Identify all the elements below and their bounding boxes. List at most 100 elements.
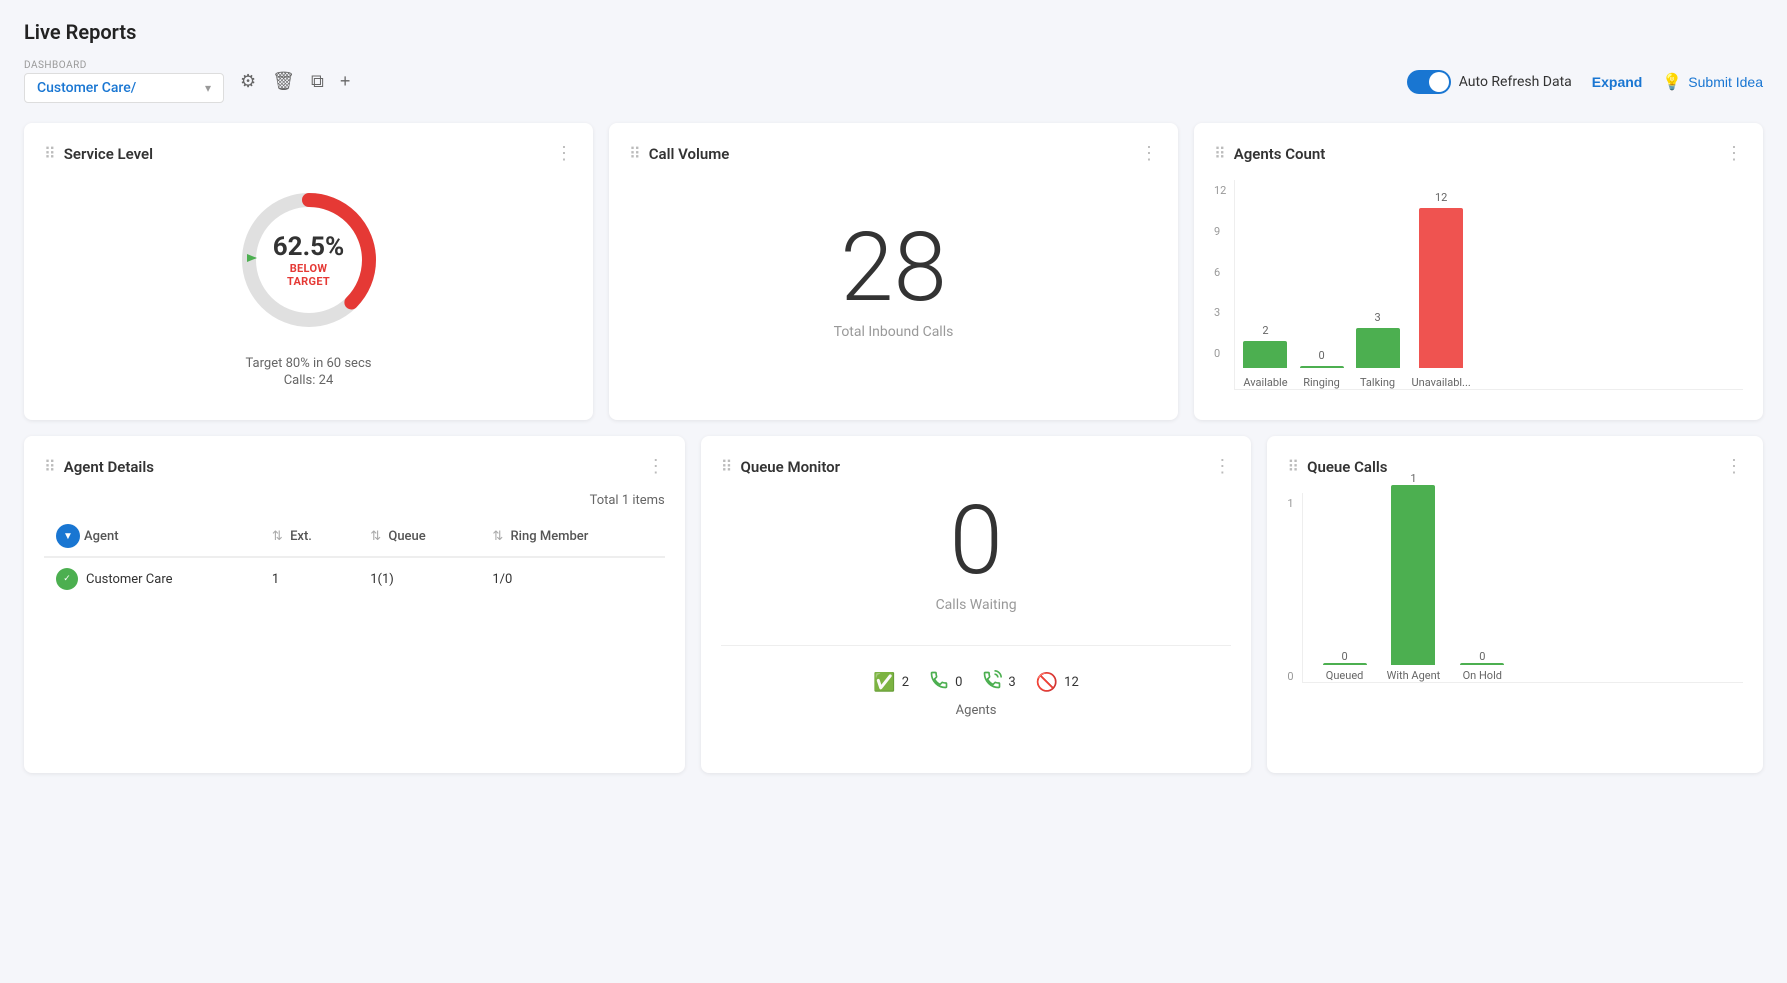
bar-talking: 3 Talking bbox=[1356, 311, 1400, 389]
service-info: Target 80% in 60 secs Calls: 24 bbox=[246, 356, 372, 390]
queue-monitor-card: ⠿ Queue Monitor ⋮ 0 Calls Waiting ✅ 2 bbox=[701, 436, 1252, 773]
toolbar: DASHBOARD Customer Care/ ▾ ⚙ 🗑 ⧉ + Auto … bbox=[24, 60, 1763, 103]
stat-available: ✅ 2 bbox=[873, 672, 909, 693]
dashboard-label: DASHBOARD bbox=[24, 60, 224, 71]
agent-details-table: ▼ Agent ⇅ Ext. ⇅ Queue bbox=[44, 516, 665, 600]
expand-button[interactable]: Expand bbox=[1592, 74, 1643, 90]
card-title-wrap: ⠿ Agent Details bbox=[44, 457, 154, 476]
qc-y-axis: 1 0 bbox=[1287, 493, 1301, 683]
bar-available: 2 Available bbox=[1243, 324, 1287, 389]
service-level-title: Service Level bbox=[64, 145, 153, 163]
queue-calls-menu-icon[interactable]: ⋮ bbox=[1725, 456, 1743, 477]
service-level-card: ⠿ Service Level ⋮ 62.5% bbox=[24, 123, 593, 420]
queue-monitor-header: ⠿ Queue Monitor ⋮ bbox=[721, 456, 1232, 477]
copy-icon[interactable]: ⧉ bbox=[307, 67, 328, 96]
top-grid: ⠿ Service Level ⋮ 62.5% bbox=[24, 123, 1763, 420]
submit-idea-button[interactable]: 💡 Submit Idea bbox=[1662, 72, 1763, 92]
call-volume-body: 28 Total Inbound Calls bbox=[629, 180, 1158, 380]
toggle-switch[interactable] bbox=[1407, 70, 1451, 94]
drag-handle-icon: ⠿ bbox=[44, 144, 56, 163]
donut-chart: 62.5% BELOW TARGET bbox=[229, 180, 389, 340]
table-row: ✓ Customer Care 1 1(1) 1/0 bbox=[44, 557, 665, 600]
toggle-knob bbox=[1429, 72, 1449, 92]
bulb-icon: 💡 bbox=[1662, 72, 1682, 92]
bar-on-hold: 0 On Hold bbox=[1460, 650, 1504, 682]
bar-with-agent: 1 With Agent bbox=[1387, 472, 1441, 682]
col-queue[interactable]: ⇅ Queue bbox=[358, 516, 480, 557]
on-hold-bar bbox=[1460, 663, 1504, 665]
drag-handle-icon: ⠿ bbox=[44, 457, 56, 476]
call-volume-card: ⠿ Call Volume ⋮ 28 Total Inbound Calls bbox=[609, 123, 1178, 420]
agent-details-card: ⠿ Agent Details ⋮ Total 1 items ▼ Age bbox=[24, 436, 685, 773]
bar-ringing: 0 Ringing bbox=[1300, 349, 1344, 389]
block-icon: 🚫 bbox=[1036, 672, 1058, 693]
toolbar-icons: ⚙ 🗑 ⧉ + bbox=[236, 67, 354, 96]
dashboard-select-wrap: DASHBOARD Customer Care/ ▾ bbox=[24, 60, 224, 103]
qc-bars-area: 0 Queued 1 With Agent 0 bbox=[1302, 493, 1743, 683]
stat-ringing: 0 bbox=[929, 670, 962, 695]
col-agent[interactable]: ▼ Agent bbox=[44, 516, 260, 557]
stat-talking: 3 bbox=[982, 670, 1015, 695]
agent-name-cell: ✓ Customer Care bbox=[56, 568, 248, 590]
total-items: Total 1 items bbox=[44, 493, 665, 508]
queue-stats: ✅ 2 0 bbox=[873, 670, 1078, 695]
delete-icon[interactable]: 🗑 bbox=[268, 67, 299, 96]
call-volume-number: 28 bbox=[840, 220, 947, 316]
chevron-down-icon: ▾ bbox=[205, 81, 211, 95]
agent-details-title: Agent Details bbox=[64, 458, 154, 476]
call-volume-header: ⠿ Call Volume ⋮ bbox=[629, 143, 1158, 164]
dashboard-select[interactable]: Customer Care/ ▾ bbox=[24, 73, 224, 103]
bar-unavailable: 12 Unavailabl... bbox=[1412, 191, 1471, 389]
agent-details-menu-icon[interactable]: ⋮ bbox=[647, 456, 665, 477]
auto-refresh-toggle: Auto Refresh Data bbox=[1407, 70, 1572, 94]
y-axis: 12 9 6 3 0 bbox=[1214, 180, 1234, 360]
ringing-icon bbox=[929, 670, 949, 695]
service-level-header: ⠿ Service Level ⋮ bbox=[44, 143, 573, 164]
call-volume-menu-icon[interactable]: ⋮ bbox=[1140, 143, 1158, 164]
service-level-body: 62.5% BELOW TARGET Target 80% in 60 secs… bbox=[44, 180, 573, 390]
drag-handle-icon: ⠿ bbox=[1214, 144, 1226, 163]
phone-icon bbox=[982, 670, 1002, 695]
bottom-grid: ⠿ Agent Details ⋮ Total 1 items ▼ Age bbox=[24, 436, 1763, 773]
card-title-wrap: ⠿ Agents Count bbox=[1214, 144, 1325, 163]
stat-unavailable-value: 12 bbox=[1064, 675, 1079, 690]
stat-talking-value: 3 bbox=[1008, 675, 1015, 690]
queue-calls-title: Queue Calls bbox=[1307, 458, 1387, 476]
service-target: Target 80% in 60 secs bbox=[246, 356, 372, 371]
submit-idea-label: Submit Idea bbox=[1688, 74, 1763, 90]
queue-monitor-body: 0 Calls Waiting ✅ 2 0 bbox=[721, 493, 1232, 718]
agents-count-menu-icon[interactable]: ⋮ bbox=[1725, 143, 1743, 164]
cell-ring-member: 1/0 bbox=[480, 557, 664, 600]
drag-handle-icon: ⠿ bbox=[721, 457, 733, 476]
auto-refresh-label: Auto Refresh Data bbox=[1459, 74, 1572, 90]
queue-monitor-title: Queue Monitor bbox=[740, 458, 840, 476]
service-percent: 62.5% bbox=[269, 232, 349, 262]
settings-icon[interactable]: ⚙ bbox=[236, 67, 260, 96]
bar-queued: 0 Queued bbox=[1323, 650, 1367, 682]
col-ext[interactable]: ⇅ Ext. bbox=[260, 516, 358, 557]
toolbar-left: DASHBOARD Customer Care/ ▾ ⚙ 🗑 ⧉ + bbox=[24, 60, 354, 103]
donut-center: 62.5% BELOW TARGET bbox=[269, 232, 349, 288]
add-icon[interactable]: + bbox=[336, 67, 355, 96]
card-title-wrap: ⠿ Queue Calls bbox=[1287, 457, 1387, 476]
page-container: Live Reports DASHBOARD Customer Care/ ▾ … bbox=[0, 0, 1787, 793]
service-level-menu-icon[interactable]: ⋮ bbox=[555, 143, 573, 164]
call-volume-label: Total Inbound Calls bbox=[834, 324, 954, 340]
check-circle-icon: ✅ bbox=[873, 672, 895, 693]
drag-handle-icon: ⠿ bbox=[629, 144, 641, 163]
cell-agent: ✓ Customer Care bbox=[44, 557, 260, 600]
col-ring-member[interactable]: ⇅ Ring Member bbox=[480, 516, 664, 557]
stat-unavailable: 🚫 12 bbox=[1036, 672, 1079, 693]
queue-monitor-menu-icon[interactable]: ⋮ bbox=[1213, 456, 1231, 477]
stat-available-value: 2 bbox=[902, 675, 909, 690]
card-title-wrap: ⠿ Service Level bbox=[44, 144, 153, 163]
queue-calls-card: ⠿ Queue Calls ⋮ 1 0 0 Qu bbox=[1267, 436, 1763, 773]
card-title-wrap: ⠿ Call Volume bbox=[629, 144, 729, 163]
agents-bar-chart: 12 9 6 3 0 2 Available bbox=[1214, 180, 1743, 400]
queue-calls-waiting-number: 0 bbox=[949, 493, 1002, 589]
call-volume-title: Call Volume bbox=[649, 145, 730, 163]
page-title: Live Reports bbox=[24, 20, 1763, 44]
card-title-wrap: ⠿ Queue Monitor bbox=[721, 457, 840, 476]
agents-count-header: ⠿ Agents Count ⋮ bbox=[1214, 143, 1743, 164]
cell-queue: 1(1) bbox=[358, 557, 480, 600]
